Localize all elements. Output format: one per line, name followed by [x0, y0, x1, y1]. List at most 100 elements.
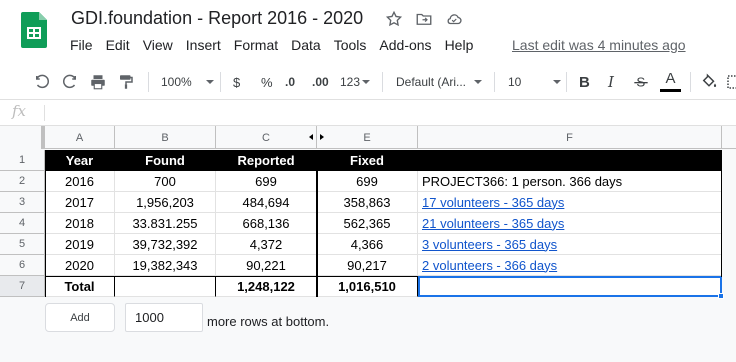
hidden-column-divider: [316, 150, 318, 297]
table-cell-reported[interactable]: 668,136: [216, 213, 317, 234]
table-cell-found[interactable]: 19,382,343: [115, 255, 216, 276]
hidden-column-left-arrow-icon[interactable]: [309, 134, 313, 140]
add-rows-suffix: more rows at bottom.: [207, 314, 330, 329]
row-header-4[interactable]: 4: [0, 213, 45, 234]
undo-icon[interactable]: [33, 72, 51, 92]
header-cell-fixed[interactable]: Fixed: [317, 150, 418, 171]
table-cell-found[interactable]: 1,956,203: [115, 192, 216, 213]
table-border-right: [721, 150, 722, 277]
table-cell-reported[interactable]: 4,372: [216, 234, 317, 255]
table-cell-year[interactable]: 2017: [45, 192, 115, 213]
row-header-6[interactable]: 6: [0, 255, 45, 276]
percent-format-button[interactable]: %: [261, 72, 273, 92]
more-formats-select[interactable]: 123: [340, 72, 371, 92]
menu-data[interactable]: Data: [291, 37, 321, 53]
menu-bar: File Edit View Insert Format Data Tools …: [70, 37, 486, 53]
header-cell-year[interactable]: Year: [45, 150, 115, 171]
redo-icon[interactable]: [61, 72, 79, 92]
cloud-status-icon[interactable]: [444, 9, 464, 29]
table-cell-fixed[interactable]: 90,217: [317, 255, 418, 276]
row-header-2[interactable]: 2: [0, 171, 45, 192]
borders-icon[interactable]: [726, 72, 736, 92]
table-cell-note-link[interactable]: 3 volunteers - 365 days: [418, 234, 722, 255]
formula-bar: fx: [0, 100, 736, 126]
table-cell-fixed[interactable]: 699: [317, 171, 418, 192]
toolbar: 100% $ % .0 .00 123 Default (Ari... 10 B…: [0, 64, 736, 100]
spreadsheet-grid: A B C E F 1 2 3 4 5 6 7 Year Found Repor…: [0, 126, 736, 362]
star-icon[interactable]: [384, 9, 404, 29]
header-cell-reported[interactable]: Reported: [216, 150, 317, 171]
menu-view[interactable]: View: [143, 37, 173, 53]
last-edit-link[interactable]: Last edit was 4 minutes ago: [512, 37, 686, 53]
hidden-column-right-arrow-icon[interactable]: [320, 134, 324, 140]
table-cell-year[interactable]: 2016: [45, 171, 115, 192]
move-to-folder-icon[interactable]: [414, 9, 434, 29]
menu-tools[interactable]: Tools: [334, 37, 367, 53]
column-header-a[interactable]: A: [45, 126, 115, 149]
table-cell-note-link[interactable]: 2 volunteers - 366 days: [418, 255, 722, 276]
table-cell-fixed[interactable]: 358,863: [317, 192, 418, 213]
menu-add-ons[interactable]: Add-ons: [379, 37, 431, 53]
table-cell-found[interactable]: 33.831.255: [115, 213, 216, 234]
header-cell-found[interactable]: Found: [115, 150, 216, 171]
table-cell-year[interactable]: 2018: [45, 213, 115, 234]
formula-input[interactable]: [52, 104, 732, 122]
zoom-select[interactable]: 100%: [161, 72, 214, 92]
strikethrough-icon[interactable]: S: [633, 72, 649, 92]
table-border-left: [45, 171, 46, 297]
table-cell-fixed[interactable]: 4,366: [317, 234, 418, 255]
table-cell-fixed[interactable]: 562,365: [317, 213, 418, 234]
increase-decimal-button[interactable]: .00: [312, 72, 329, 92]
table-cell-found[interactable]: 700: [115, 171, 216, 192]
decrease-decimal-button[interactable]: .0: [285, 72, 295, 92]
row-header-1[interactable]: 1: [0, 150, 45, 171]
more-formats-label: 123: [340, 75, 361, 89]
column-header-c-label: C: [262, 131, 270, 144]
document-title[interactable]: GDI.foundation - Report 2016 - 2020: [71, 8, 363, 29]
bold-button[interactable]: B: [579, 72, 590, 92]
table-cell-note-link[interactable]: 21 volunteers - 365 days: [418, 213, 722, 234]
total-reported-cell[interactable]: 1,248,122: [216, 276, 317, 297]
text-color-swatch: [660, 89, 681, 92]
menu-help[interactable]: Help: [445, 37, 474, 53]
row-header-7[interactable]: 7: [0, 276, 45, 297]
table-cell-reported[interactable]: 484,694: [216, 192, 317, 213]
menu-insert[interactable]: Insert: [186, 37, 221, 53]
total-fixed-cell[interactable]: 1,016,510: [317, 276, 418, 297]
table-cell-found[interactable]: 39,732,392: [115, 234, 216, 255]
select-all-corner[interactable]: [0, 126, 45, 149]
header-cell-notes[interactable]: [418, 150, 722, 171]
font-select[interactable]: Default (Ari...: [396, 72, 483, 92]
table-cell-note-link[interactable]: 17 volunteers - 365 days: [418, 192, 722, 213]
table-cell-reported[interactable]: 90,221: [216, 255, 317, 276]
table-cell-year[interactable]: 2020: [45, 255, 115, 276]
total-found-cell[interactable]: [115, 276, 216, 297]
paint-format-icon[interactable]: [117, 72, 135, 92]
zoom-value: 100%: [161, 75, 192, 89]
print-icon[interactable]: [89, 72, 107, 92]
font-size-select[interactable]: 10: [508, 72, 562, 92]
table-cell-note[interactable]: PROJECT366: 1 person. 366 days: [418, 171, 722, 192]
menu-format[interactable]: Format: [234, 37, 278, 53]
sheets-logo-icon[interactable]: [21, 12, 47, 48]
selected-cell-f7[interactable]: [418, 276, 722, 297]
text-color-button[interactable]: A: [660, 70, 681, 94]
fill-color-icon[interactable]: [700, 72, 718, 92]
currency-format-button[interactable]: $: [233, 72, 240, 92]
italic-button[interactable]: I: [608, 72, 614, 92]
font-size-value: 10: [508, 75, 522, 89]
table-cell-year[interactable]: 2019: [45, 234, 115, 255]
column-header-e[interactable]: E: [317, 126, 418, 149]
column-header-c[interactable]: C: [216, 126, 317, 149]
table-cell-reported[interactable]: 699: [216, 171, 317, 192]
fill-handle[interactable]: [718, 293, 724, 299]
row-header-5[interactable]: 5: [0, 234, 45, 255]
row-header-3[interactable]: 3: [0, 192, 45, 213]
menu-edit[interactable]: Edit: [106, 37, 130, 53]
rows-count-input[interactable]: 1000: [125, 303, 203, 332]
column-header-f[interactable]: F: [418, 126, 722, 149]
add-rows-button[interactable]: Add: [45, 303, 115, 332]
menu-file[interactable]: File: [70, 37, 93, 53]
total-label-cell[interactable]: Total: [45, 276, 115, 297]
column-header-b[interactable]: B: [115, 126, 216, 149]
